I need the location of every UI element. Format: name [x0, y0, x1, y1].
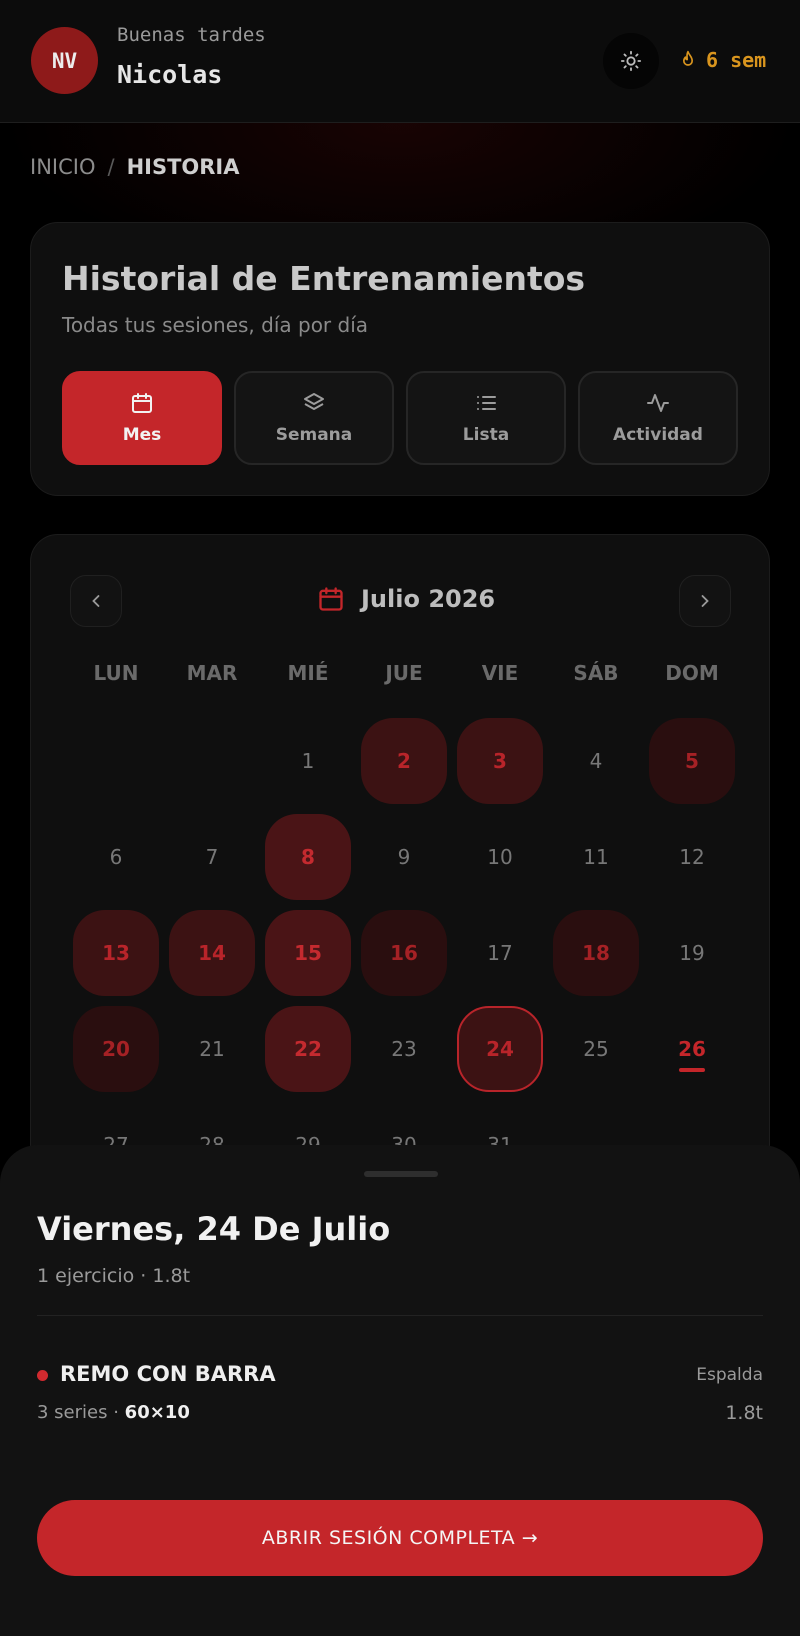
- exercise-detail: 3 series · 60×10: [37, 1402, 190, 1423]
- tab-label: Actividad: [613, 425, 703, 445]
- page-title: Historial de Entrenamientos: [62, 259, 586, 298]
- tab-label: Mes: [122, 425, 162, 445]
- weekday-label: VIE: [481, 661, 519, 685]
- calendar-day-24[interactable]: 24: [457, 1006, 543, 1092]
- calendar-day-9[interactable]: 9: [361, 814, 447, 900]
- next-month-button[interactable]: [679, 575, 731, 627]
- theme-toggle-button[interactable]: [603, 33, 659, 89]
- tab-label: Semana: [275, 425, 353, 445]
- chevron-right-icon: [701, 595, 709, 607]
- calendar-day-5[interactable]: 5: [649, 718, 735, 804]
- calendar-day-12[interactable]: 12: [649, 814, 735, 900]
- app-header: NV Buenas tardes Nicolas 6 sem: [0, 0, 800, 123]
- calendar-day-2[interactable]: 2: [361, 718, 447, 804]
- view-tabs: Mes Semana Lista Actividad: [62, 371, 738, 465]
- calendar-day-18[interactable]: 18: [553, 910, 639, 996]
- tab-lista[interactable]: Lista: [406, 371, 566, 465]
- calendar-day-4[interactable]: 4: [553, 718, 639, 804]
- list-icon: [477, 396, 496, 410]
- page-subtitle: Todas tus sesiones, día por día: [62, 313, 369, 337]
- exercise-muscle: Espalda: [696, 1365, 763, 1385]
- sun-icon: [620, 50, 642, 72]
- calendar-card: Julio 2026 LUN MAR MIÉ JUE VIE SÁB DOM 1…: [30, 534, 770, 1174]
- calendar-day-23[interactable]: 23: [361, 1006, 447, 1092]
- calendar-day-11[interactable]: 11: [553, 814, 639, 900]
- weekday-label: SÁB: [573, 661, 619, 685]
- weekday-label: DOM: [665, 661, 719, 685]
- flame-icon: [683, 50, 693, 66]
- exercise-reps: 60×10: [124, 1402, 190, 1423]
- calendar-day-14[interactable]: 14: [169, 910, 255, 996]
- open-session-button[interactable]: ABRIR SESIÓN COMPLETA →: [37, 1500, 763, 1576]
- exercise-dot-icon: [37, 1370, 48, 1381]
- calendar-day-22[interactable]: 22: [265, 1006, 351, 1092]
- weekday-label: LUN: [93, 661, 139, 685]
- today-indicator: [679, 1068, 705, 1072]
- calendar-day-25[interactable]: 25: [553, 1006, 639, 1092]
- calendar-day-21[interactable]: 21: [169, 1006, 255, 1092]
- prev-month-button[interactable]: [70, 575, 122, 627]
- activity-icon: [647, 394, 669, 412]
- calendar-day-26[interactable]: 26: [649, 1006, 735, 1092]
- weekday-header: LUN MAR MIÉ JUE VIE SÁB DOM: [68, 661, 740, 685]
- streak-label: 6 sem: [706, 48, 767, 72]
- calendar-day-17[interactable]: 17: [457, 910, 543, 996]
- calendar-icon: [132, 393, 152, 413]
- username: Nicolas: [117, 60, 223, 89]
- exercise-volume: 1.8t: [725, 1402, 763, 1424]
- calendar-day-3[interactable]: 3: [457, 718, 543, 804]
- month-title: Julio 2026: [317, 585, 495, 613]
- chevron-left-icon: [92, 595, 100, 607]
- breadcrumb: INICIO / HISTORIA: [30, 155, 240, 179]
- tab-semana[interactable]: Semana: [234, 371, 394, 465]
- layers-icon: [304, 393, 324, 410]
- streak-badge: 6 sem: [678, 44, 766, 76]
- sheet-handle[interactable]: [364, 1171, 438, 1177]
- breadcrumb-separator: /: [107, 155, 115, 179]
- weekday-label: MAR: [186, 661, 238, 685]
- exercise-series: 3 series ·: [37, 1402, 119, 1423]
- breadcrumb-home[interactable]: INICIO: [30, 155, 95, 179]
- calendar-day-10[interactable]: 10: [457, 814, 543, 900]
- calendar-day-19[interactable]: 19: [649, 910, 735, 996]
- greeting-text: Buenas tardes: [117, 24, 266, 46]
- history-card: Historial de Entrenamientos Todas tus se…: [30, 222, 770, 496]
- tab-actividad[interactable]: Actividad: [578, 371, 738, 465]
- calendar-day-16[interactable]: 16: [361, 910, 447, 996]
- weekday-label: MIÉ: [287, 661, 329, 685]
- exercise-name[interactable]: REMO CON BARRA: [60, 1362, 276, 1386]
- sheet-title: Viernes, 24 De Julio: [37, 1210, 391, 1248]
- calendar-day-1[interactable]: 1: [265, 718, 351, 804]
- calendar-day-8[interactable]: 8: [265, 814, 351, 900]
- calendar-day-6[interactable]: 6: [73, 814, 159, 900]
- calendar-day-13[interactable]: 13: [73, 910, 159, 996]
- calendar-day-20[interactable]: 20: [73, 1006, 159, 1092]
- breadcrumb-current: HISTORIA: [126, 155, 240, 179]
- sheet-summary: 1 ejercicio · 1.8t: [37, 1265, 191, 1287]
- calendar-icon: [319, 587, 343, 611]
- weekday-label: JUE: [385, 661, 423, 685]
- month-label: Julio 2026: [361, 585, 496, 613]
- calendar-day-15[interactable]: 15: [265, 910, 351, 996]
- tab-mes[interactable]: Mes: [62, 371, 222, 465]
- avatar[interactable]: NV: [31, 27, 98, 94]
- tab-label: Lista: [462, 425, 510, 445]
- day-detail-sheet: Viernes, 24 De Julio 1 ejercicio · 1.8t …: [0, 1145, 800, 1636]
- divider: [37, 1315, 763, 1316]
- calendar-day-7[interactable]: 7: [169, 814, 255, 900]
